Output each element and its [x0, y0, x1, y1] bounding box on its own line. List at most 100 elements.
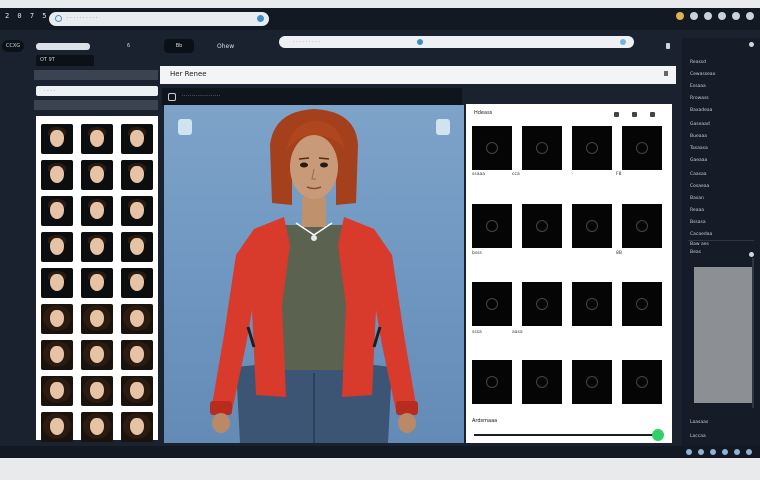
face-thumbnail[interactable] — [121, 160, 153, 190]
more-icon[interactable] — [650, 112, 655, 117]
grid-icon[interactable] — [632, 112, 637, 117]
face-thumbnail[interactable] — [121, 196, 153, 226]
face-thumbnail[interactable] — [81, 376, 113, 406]
face-thumbnail[interactable] — [121, 268, 153, 298]
avatar[interactable] — [676, 12, 684, 20]
property-item[interactable]: Cewasseao — [690, 72, 715, 77]
asset-panel-title: Hdeass — [474, 110, 493, 116]
asset-thumbnail[interactable] — [522, 360, 562, 404]
face-thumbnail[interactable] — [41, 196, 73, 226]
tab-secondary[interactable]: Ohew — [217, 43, 234, 50]
property-item[interactable]: Bssasa — [690, 220, 706, 225]
asset-thumbnail[interactable] — [522, 282, 562, 326]
status-icon[interactable] — [686, 449, 692, 455]
status-dot-icon — [417, 39, 423, 45]
properties-sidebar: Reassd Cewasseao Essaaa Rrowass Baxadeaa… — [682, 38, 760, 458]
property-item[interactable]: Baw aes — [690, 242, 709, 247]
face-thumbnail[interactable] — [41, 232, 73, 262]
asset-thumbnail[interactable] — [472, 204, 512, 248]
face-thumbnail[interactable] — [41, 340, 73, 370]
property-item[interactable]: Baxadeaa — [690, 108, 712, 113]
face-thumbnail[interactable] — [81, 304, 113, 334]
face-thumbnail[interactable] — [41, 268, 73, 298]
size-slider-knob[interactable] — [652, 429, 664, 441]
filter-icon[interactable] — [614, 112, 619, 117]
asset-thumbnail[interactable] — [622, 360, 662, 404]
status-icon[interactable] — [722, 449, 728, 455]
asset-label: F8 — [616, 172, 622, 177]
library-search-text: · · · · — [44, 88, 56, 94]
property-item[interactable]: Cosaeaa — [690, 184, 709, 189]
face-thumbnail[interactable] — [81, 196, 113, 226]
color-preview[interactable] — [694, 267, 752, 403]
face-thumbnail[interactable] — [81, 160, 113, 190]
face-thumbnail[interactable] — [81, 268, 113, 298]
asset-thumbnail[interactable] — [522, 204, 562, 248]
property-item[interactable]: Reaaa — [690, 208, 704, 213]
asset-thumbnail[interactable] — [572, 360, 612, 404]
close-icon[interactable] — [664, 71, 668, 76]
refresh-icon[interactable] — [620, 39, 626, 45]
asset-thumbnail[interactable] — [572, 126, 612, 170]
clear-search-icon[interactable] — [257, 15, 264, 22]
search-input[interactable]: · · · · · · · · · · — [49, 12, 269, 26]
property-item[interactable]: Reassd — [690, 60, 706, 65]
sidebar-scrollbar[interactable] — [752, 258, 754, 408]
property-item[interactable]: Essaaa — [690, 84, 706, 89]
asset-thumbnail[interactable] — [572, 282, 612, 326]
status-icon[interactable] — [710, 449, 716, 455]
face-thumbnail[interactable] — [41, 124, 73, 154]
face-thumbnail[interactable] — [41, 304, 73, 334]
face-thumbnail[interactable] — [41, 160, 73, 190]
size-slider-track[interactable] — [474, 434, 656, 436]
asset-thumbnail[interactable] — [622, 126, 662, 170]
lock-icon — [666, 43, 670, 49]
asset-thumbnail[interactable] — [622, 282, 662, 326]
sidebar-dot-icon[interactable] — [749, 42, 754, 47]
asset-thumbnail[interactable] — [522, 126, 562, 170]
asset-thumbnail[interactable] — [472, 360, 512, 404]
face-thumbnail[interactable] — [81, 232, 113, 262]
section-dot-icon[interactable] — [749, 252, 754, 257]
tab-selected[interactable]: Bb — [164, 39, 194, 53]
character-viewport[interactable] — [164, 105, 464, 443]
status-icon[interactable] — [746, 449, 752, 455]
bell-icon[interactable] — [690, 12, 698, 20]
property-item[interactable]: Gaeaaa — [690, 158, 707, 163]
property-item[interactable]: Rrowass — [690, 96, 709, 101]
menu-icon[interactable] — [718, 12, 726, 20]
breadcrumb[interactable]: OT 9T — [36, 55, 94, 66]
face-thumbnail[interactable] — [81, 340, 113, 370]
filter-field[interactable] — [36, 43, 90, 50]
face-thumbnail[interactable] — [121, 124, 153, 154]
asset-thumbnail[interactable] — [472, 282, 512, 326]
library-search-input[interactable]: · · · · — [36, 86, 158, 96]
property-item[interactable]: Bueaaa — [690, 134, 707, 139]
face-thumbnail[interactable] — [121, 304, 153, 334]
camera-icon[interactable] — [168, 93, 176, 101]
property-item[interactable]: Gaseaad — [690, 122, 710, 127]
status-icon[interactable] — [698, 449, 704, 455]
status-icons — [686, 449, 752, 455]
status-icon[interactable] — [734, 449, 740, 455]
face-thumbnail[interactable] — [121, 412, 153, 442]
face-thumbnail[interactable] — [121, 376, 153, 406]
mode-pill[interactable]: CCXG — [2, 40, 24, 52]
asset-thumbnail[interactable] — [472, 126, 512, 170]
property-item[interactable]: Cacaedaa — [690, 232, 712, 237]
face-thumbnail[interactable] — [41, 376, 73, 406]
address-bar[interactable]: · · · · · · · · · — [279, 36, 634, 48]
face-thumbnail[interactable] — [41, 412, 73, 442]
face-thumbnail[interactable] — [81, 124, 113, 154]
settings-icon[interactable] — [704, 12, 712, 20]
property-item[interactable]: Basan — [690, 196, 704, 201]
face-thumbnail[interactable] — [121, 232, 153, 262]
property-item[interactable]: Caasaa — [690, 172, 707, 177]
asset-thumbnail[interactable] — [622, 204, 662, 248]
property-item[interactable]: Tasaasa — [690, 146, 708, 151]
share-icon[interactable] — [732, 12, 740, 20]
face-thumbnail[interactable] — [121, 340, 153, 370]
asset-thumbnail[interactable] — [572, 204, 612, 248]
close-icon[interactable] — [746, 12, 754, 20]
face-thumbnail[interactable] — [81, 412, 113, 442]
